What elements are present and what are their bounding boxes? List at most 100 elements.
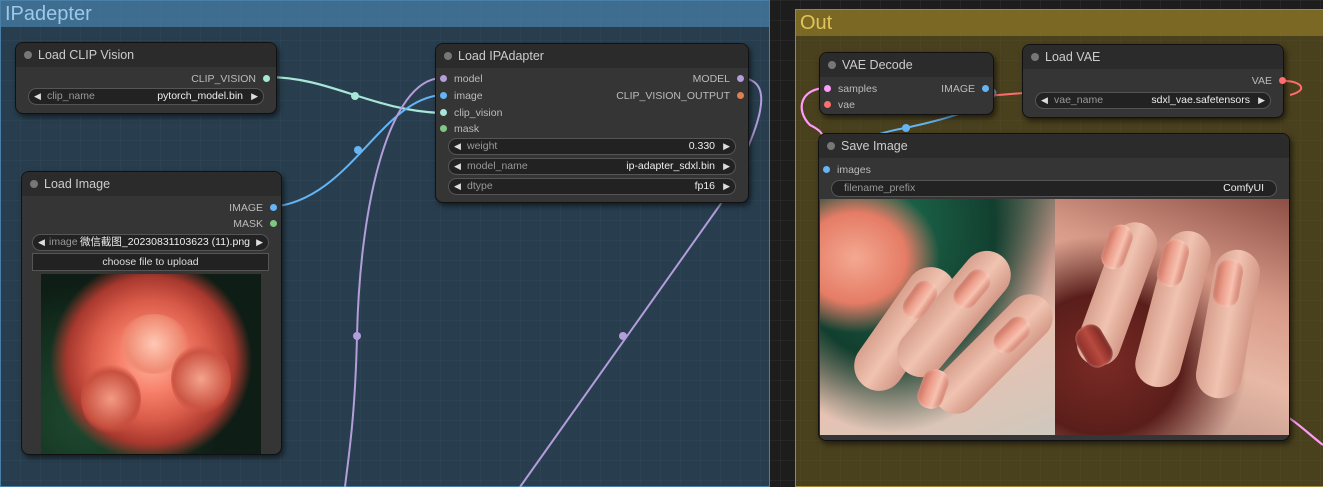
collapse-dot-icon[interactable] <box>1031 53 1039 61</box>
widget-label: model_name <box>467 160 528 172</box>
widget-label: vae_name <box>1054 94 1104 106</box>
wire-midpoint <box>902 124 910 132</box>
input-pin-icon[interactable] <box>440 75 447 82</box>
output-image[interactable]: IMAGE <box>229 201 277 215</box>
input-vae[interactable]: vae <box>824 98 855 112</box>
arrow-right-icon[interactable]: ▶ <box>723 179 730 194</box>
choose-file-button[interactable]: choose file to upload <box>32 253 269 271</box>
input-pin-icon[interactable] <box>823 166 830 173</box>
node-load-clip-vision[interactable]: Load CLIP Vision CLIP_VISION ◀ clip_name… <box>15 42 277 114</box>
slot-label: MASK <box>233 218 263 230</box>
vae-wire <box>1284 80 1303 96</box>
model-input-wire <box>344 77 442 487</box>
slot-label: mask <box>454 123 480 135</box>
node-header[interactable]: VAE Decode <box>820 53 993 77</box>
image-combo[interactable]: ◀ image 微信截图_20230831103623 (11).png ▶ <box>32 234 269 251</box>
collapse-dot-icon[interactable] <box>828 61 836 69</box>
arrow-left-icon[interactable]: ◀ <box>454 179 461 194</box>
widget-label: dtype <box>467 180 493 192</box>
slot-label: IMAGE <box>941 83 975 95</box>
output-image[interactable]: IMAGE <box>941 82 989 96</box>
input-pin-icon[interactable] <box>440 92 447 99</box>
slot-label: clip_vision <box>454 107 503 119</box>
input-pin-icon[interactable] <box>440 109 447 116</box>
widget-label: weight <box>467 140 498 152</box>
node-title: VAE Decode <box>842 58 913 72</box>
output-pin-icon[interactable] <box>270 204 277 211</box>
node-title: Load Image <box>44 177 111 191</box>
model-name-combo[interactable]: ◀ model_name ip-adapter_sdxl.bin ▶ <box>448 158 736 175</box>
slot-label: VAE <box>1251 75 1272 87</box>
output-pin-icon[interactable] <box>982 85 989 92</box>
node-load-ipadapter[interactable]: Load IPAdapter model image clip_vision m… <box>435 43 749 203</box>
input-samples[interactable]: samples <box>824 82 877 96</box>
node-vae-decode[interactable]: VAE Decode samples vae IMAGE <box>819 52 994 115</box>
vae-name-combo[interactable]: ◀ vae_name sdxl_vae.safetensors ▶ <box>1035 92 1271 109</box>
output-pin-icon[interactable] <box>270 220 277 227</box>
widget-value: pytorch_model.bin <box>157 90 243 102</box>
dtype-combo[interactable]: ◀ dtype fp16 ▶ <box>448 178 736 195</box>
wire-midpoint <box>351 92 359 100</box>
output-pin-icon[interactable] <box>737 75 744 82</box>
collapse-dot-icon[interactable] <box>444 52 452 60</box>
input-images[interactable]: images <box>823 163 871 177</box>
arrow-right-icon[interactable]: ▶ <box>1258 93 1265 108</box>
input-pin-icon[interactable] <box>824 85 831 92</box>
widget-value: ip-adapter_sdxl.bin <box>626 160 715 172</box>
arrow-right-icon[interactable]: ▶ <box>251 89 258 104</box>
arrow-left-icon[interactable]: ◀ <box>38 235 45 250</box>
output-clip-vision-output[interactable]: CLIP_VISION_OUTPUT <box>616 89 744 103</box>
node-header[interactable]: Load CLIP Vision <box>16 43 276 67</box>
output-vae[interactable]: VAE <box>1252 74 1286 88</box>
arrow-right-icon[interactable]: ▶ <box>723 139 730 154</box>
output-pin-icon[interactable] <box>263 75 270 82</box>
arrow-left-icon[interactable]: ◀ <box>34 89 41 104</box>
input-pin-icon[interactable] <box>824 101 831 108</box>
input-image[interactable]: image <box>440 89 483 103</box>
collapse-dot-icon[interactable] <box>24 51 32 59</box>
output-pin-icon[interactable] <box>1279 77 1286 84</box>
widget-value: sdxl_vae.safetensors <box>1151 94 1250 106</box>
node-header[interactable]: Load VAE <box>1023 45 1283 69</box>
clip-name-combo[interactable]: ◀ clip_name pytorch_model.bin ▶ <box>28 88 264 105</box>
arrow-left-icon[interactable]: ◀ <box>1041 93 1048 108</box>
output-pin-icon[interactable] <box>737 92 744 99</box>
image-preview <box>41 274 261 454</box>
collapse-dot-icon[interactable] <box>30 180 38 188</box>
node-title: Load VAE <box>1045 50 1101 64</box>
input-clip-vision[interactable]: clip_vision <box>440 106 502 120</box>
node-load-vae[interactable]: Load VAE VAE ◀ vae_name sdxl_vae.safeten… <box>1022 44 1286 118</box>
latent-output-wire <box>1288 417 1323 446</box>
output-mask[interactable]: MASK <box>233 217 277 231</box>
node-header[interactable]: Load Image <box>22 172 281 196</box>
arrow-right-icon[interactable]: ▶ <box>723 159 730 174</box>
wire-midpoint <box>354 146 362 154</box>
node-header[interactable]: Save Image <box>819 134 1289 158</box>
wire-midpoint <box>619 332 627 340</box>
widget-label: image <box>49 236 78 248</box>
input-pin-icon[interactable] <box>440 125 447 132</box>
node-header[interactable]: Load IPAdapter <box>436 44 748 68</box>
slot-label: CLIP_VISION_OUTPUT <box>616 90 730 102</box>
output-model[interactable]: MODEL <box>693 72 744 86</box>
widget-label: filename_prefix <box>844 182 916 194</box>
collapse-dot-icon[interactable] <box>827 142 835 150</box>
slot-label: MODEL <box>692 73 730 85</box>
slot-label: vae <box>838 99 855 111</box>
node-load-image[interactable]: Load Image IMAGE MASK ◀ image 微信截图_20230… <box>21 171 282 455</box>
arrow-left-icon[interactable]: ◀ <box>454 159 461 174</box>
slot-label: IMAGE <box>229 202 263 214</box>
slot-label: images <box>837 164 871 176</box>
output-clip-vision[interactable]: CLIP_VISION <box>191 72 270 86</box>
input-mask[interactable]: mask <box>440 122 479 136</box>
widget-value: 0.330 <box>688 140 715 152</box>
slot-label: model <box>454 73 483 85</box>
filename-prefix-field[interactable]: filename_prefix ComfyUI <box>831 180 1277 197</box>
input-model[interactable]: model <box>440 72 483 86</box>
weight-number[interactable]: ◀ weight 0.330 ▶ <box>448 138 736 155</box>
node-save-image[interactable]: Save Image images filename_prefix ComfyU… <box>818 133 1290 441</box>
widget-value: ComfyUI <box>1223 182 1264 194</box>
arrow-left-icon[interactable]: ◀ <box>454 139 461 154</box>
arrow-right-icon[interactable]: ▶ <box>256 235 263 250</box>
node-title: Load IPAdapter <box>458 49 544 63</box>
